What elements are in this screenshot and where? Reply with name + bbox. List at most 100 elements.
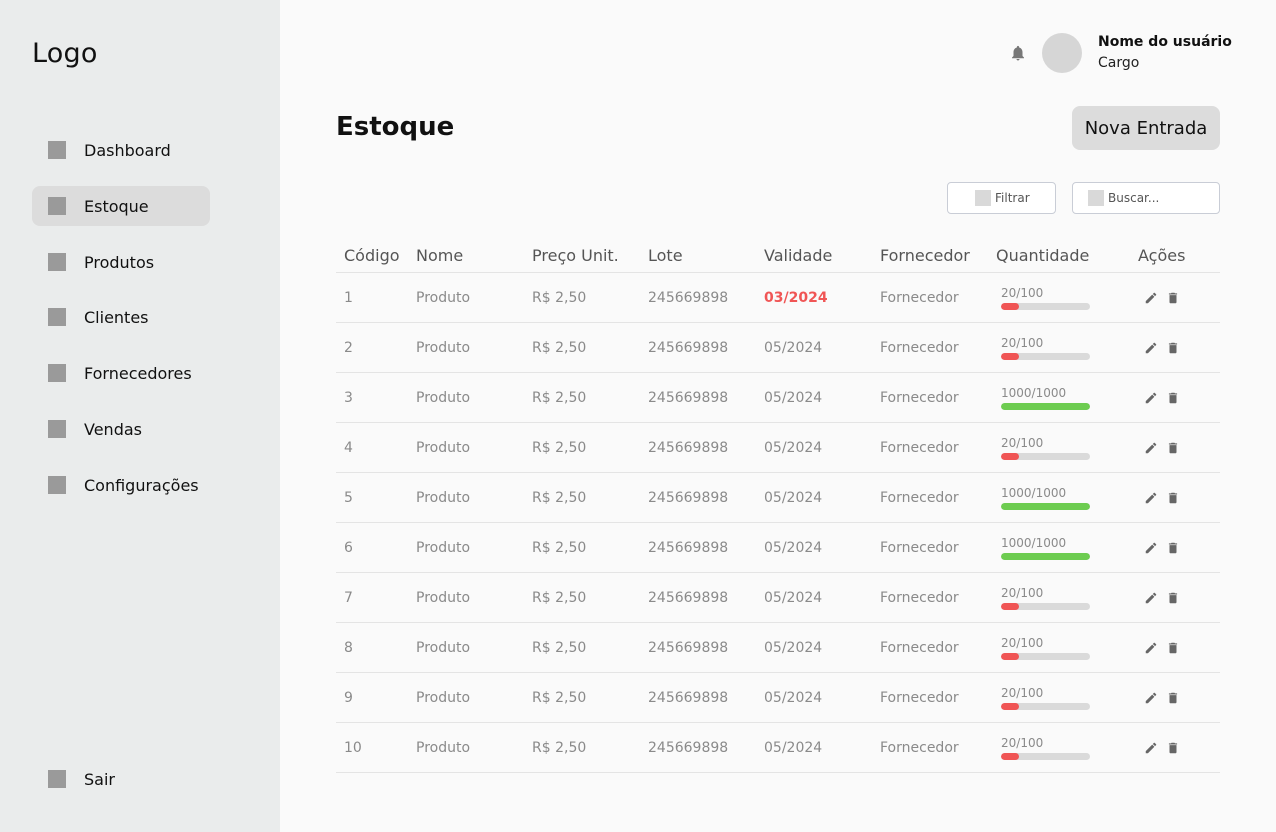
quantity-bar-fill — [1001, 603, 1019, 610]
pencil-icon[interactable] — [1144, 740, 1158, 754]
quantity-bar — [1001, 653, 1090, 660]
quantity-text: 1000/1000 — [1001, 386, 1067, 400]
quantity-bar — [1001, 353, 1090, 360]
bell-icon[interactable] — [1009, 44, 1027, 62]
cell-preco: R$ 2,50 — [532, 540, 587, 556]
search-input[interactable] — [1108, 191, 1213, 205]
trash-icon[interactable] — [1166, 690, 1180, 704]
clientes-icon — [48, 308, 66, 326]
logout-button[interactable]: Sair — [32, 759, 210, 799]
sidebar-item-clientes[interactable]: Clientes — [32, 297, 210, 337]
filter-label: Filtrar — [995, 191, 1030, 205]
cell-codigo: 4 — [344, 440, 353, 456]
pencil-icon[interactable] — [1144, 540, 1158, 554]
user-role: Cargo — [1098, 55, 1140, 71]
sidebar-item-produtos[interactable]: Produtos — [32, 242, 210, 282]
cell-validade: 05/2024 — [764, 490, 823, 506]
cell-validade: 05/2024 — [764, 440, 823, 456]
cell-fornecedor: Fornecedor — [880, 290, 959, 306]
column-header-nome[interactable]: Nome — [416, 246, 463, 265]
pencil-icon[interactable] — [1144, 440, 1158, 454]
trash-icon[interactable] — [1166, 290, 1180, 304]
cell-validade: 05/2024 — [764, 640, 823, 656]
pencil-icon[interactable] — [1144, 490, 1158, 504]
cell-preco: R$ 2,50 — [532, 640, 587, 656]
fornecedores-icon — [48, 364, 66, 382]
cell-lote: 245669898 — [648, 490, 729, 506]
cell-nome: Produto — [416, 490, 471, 506]
cell-validade: 03/2024 — [764, 290, 828, 306]
quantity-text: 20/100 — [1001, 686, 1044, 700]
trash-icon[interactable] — [1166, 640, 1180, 654]
quantity-text: 20/100 — [1001, 436, 1044, 450]
sidebar-item-label: Vendas — [84, 419, 142, 439]
pencil-icon[interactable] — [1144, 390, 1158, 404]
pencil-icon[interactable] — [1144, 690, 1158, 704]
cell-validade: 05/2024 — [764, 390, 823, 406]
pencil-icon[interactable] — [1144, 640, 1158, 654]
sidebar-item-configuracoes[interactable]: Configurações — [32, 465, 210, 505]
trash-icon[interactable] — [1166, 540, 1180, 554]
logout-label: Sair — [84, 769, 115, 789]
column-header-codigo[interactable]: Código — [344, 246, 400, 265]
column-header-quantidade[interactable]: Quantidade — [996, 246, 1089, 265]
cell-fornecedor: Fornecedor — [880, 540, 959, 556]
filter-button[interactable]: Filtrar — [947, 182, 1056, 214]
sidebar-item-label: Produtos — [84, 252, 155, 272]
sidebar: Logo Dashboard Estoque Produtos Clientes… — [0, 0, 280, 832]
quantity-indicator: 20/100 — [1001, 287, 1091, 310]
sidebar-item-label: Configurações — [84, 475, 199, 495]
table-body: 1 Produto R$ 2,50 245669898 03/2024 Fornecedo… — [336, 273, 1220, 773]
trash-icon[interactable] — [1166, 440, 1180, 454]
quantity-bar — [1001, 453, 1090, 460]
cell-nome: Produto — [416, 540, 471, 556]
column-header-fornecedor[interactable]: Fornecedor — [880, 246, 970, 265]
column-header-preco[interactable]: Preço Unit. — [532, 246, 619, 265]
cell-nome: Produto — [416, 690, 471, 706]
cell-nome: Produto — [416, 740, 471, 756]
cell-nome: Produto — [416, 340, 471, 356]
trash-icon[interactable] — [1166, 740, 1180, 754]
sidebar-item-estoque[interactable]: Estoque — [32, 186, 210, 226]
trash-icon[interactable] — [1166, 490, 1180, 504]
avatar[interactable] — [1042, 33, 1082, 73]
trash-icon[interactable] — [1166, 390, 1180, 404]
cell-nome: Produto — [416, 640, 471, 656]
sidebar-item-fornecedores[interactable]: Fornecedores — [32, 353, 210, 393]
table-row: 10 Produto R$ 2,50 245669898 05/2024 Forneced… — [336, 723, 1220, 773]
cell-fornecedor: Fornecedor — [880, 340, 959, 356]
cell-codigo: 9 — [344, 690, 353, 706]
cell-validade: 05/2024 — [764, 740, 823, 756]
column-header-validade[interactable]: Validade — [764, 246, 832, 265]
cell-preco: R$ 2,50 — [532, 340, 587, 356]
cell-codigo: 1 — [344, 290, 353, 306]
pencil-icon[interactable] — [1144, 340, 1158, 354]
cell-lote: 245669898 — [648, 340, 729, 356]
new-entry-button[interactable]: Nova Entrada — [1072, 106, 1220, 150]
cell-validade: 05/2024 — [764, 340, 823, 356]
table-row: 3 Produto R$ 2,50 245669898 05/2024 Fornecedo… — [336, 373, 1220, 423]
trash-icon[interactable] — [1166, 340, 1180, 354]
table-row: 2 Produto R$ 2,50 245669898 05/2024 Fornecedo… — [336, 323, 1220, 373]
search-box[interactable] — [1072, 182, 1220, 214]
quantity-text: 1000/1000 — [1001, 486, 1067, 500]
table-row: 4 Produto R$ 2,50 245669898 05/2024 Fornecedo… — [336, 423, 1220, 473]
quantity-bar — [1001, 303, 1090, 310]
cell-nome: Produto — [416, 390, 471, 406]
pencil-icon[interactable] — [1144, 290, 1158, 304]
trash-icon[interactable] — [1166, 590, 1180, 604]
column-header-acoes: Ações — [1138, 246, 1186, 265]
quantity-text: 20/100 — [1001, 586, 1044, 600]
sidebar-item-dashboard[interactable]: Dashboard — [32, 130, 210, 170]
cell-lote: 245669898 — [648, 590, 729, 606]
sidebar-item-vendas[interactable]: Vendas — [32, 409, 210, 449]
cell-fornecedor: Fornecedor — [880, 390, 959, 406]
column-header-lote[interactable]: Lote — [648, 246, 683, 265]
cell-codigo: 6 — [344, 540, 353, 556]
cell-fornecedor: Fornecedor — [880, 740, 959, 756]
produtos-icon — [48, 253, 66, 271]
pencil-icon[interactable] — [1144, 590, 1158, 604]
quantity-bar — [1001, 553, 1090, 560]
quantity-indicator: 20/100 — [1001, 337, 1091, 360]
cell-codigo: 7 — [344, 590, 353, 606]
